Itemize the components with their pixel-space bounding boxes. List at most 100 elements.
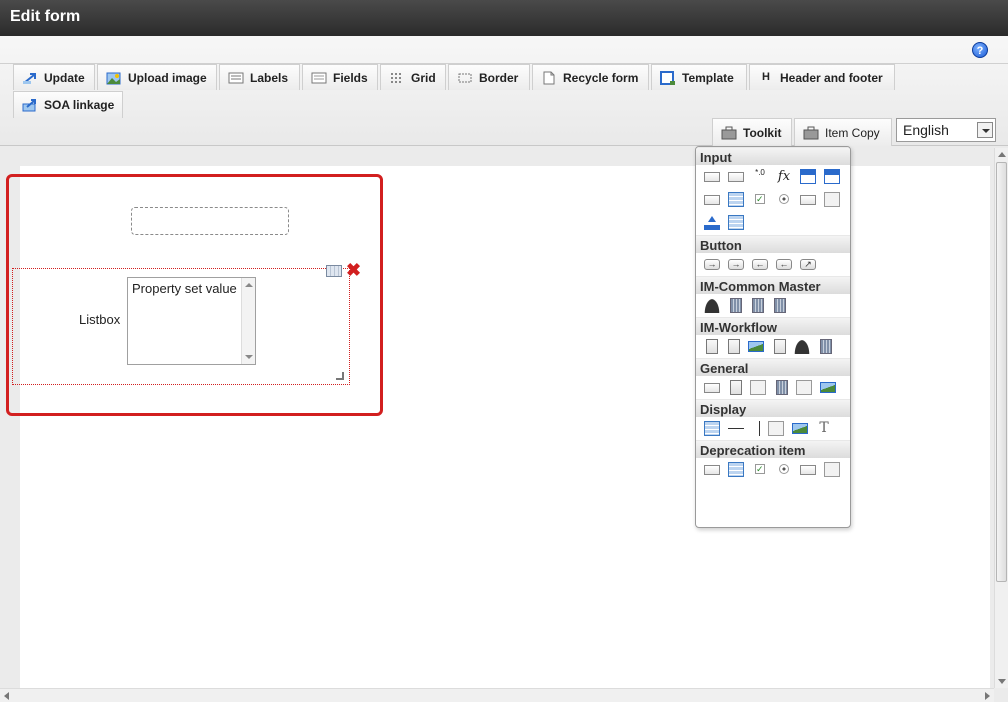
labels-button[interactable]: Labels	[219, 64, 300, 90]
language-select[interactable]: English	[896, 118, 996, 142]
radio-button-icon[interactable]	[779, 194, 789, 204]
table-field-icon[interactable]	[824, 462, 840, 477]
select-box-icon[interactable]	[704, 465, 720, 475]
listbox-icon[interactable]	[728, 462, 744, 477]
calendar-icon[interactable]	[800, 169, 816, 184]
window-title: Edit form	[0, 0, 1008, 36]
listbox-scrollbar[interactable]	[241, 278, 255, 364]
resize-handle[interactable]	[336, 372, 344, 380]
select-box-icon[interactable]	[704, 195, 720, 205]
item-copy-label: Item Copy	[825, 125, 880, 140]
help-icon[interactable]: ?	[972, 42, 988, 58]
organization-icon[interactable]	[774, 298, 786, 313]
border-icon	[457, 71, 473, 85]
table-field-icon[interactable]	[824, 192, 840, 207]
language-selected: English	[903, 122, 949, 138]
image-icon[interactable]	[792, 423, 808, 434]
previous-button-icon[interactable]: ←	[776, 259, 792, 270]
scroll-thumb[interactable]	[996, 162, 1007, 582]
template-icon	[660, 70, 676, 85]
item-properties-icon[interactable]	[326, 265, 342, 277]
number-field-icon[interactable]: *.0	[752, 169, 768, 184]
rectangle-icon[interactable]	[768, 421, 784, 436]
workflow-form-icon[interactable]	[706, 339, 718, 354]
labels-icon	[228, 71, 244, 85]
fields-label: Fields	[333, 70, 368, 85]
recycle-form-label: Recycle form	[563, 70, 639, 85]
header-footer-icon: H	[762, 70, 770, 83]
item-copy-icon	[803, 126, 819, 140]
scroll-left-icon[interactable]	[4, 692, 9, 700]
item-copy-button[interactable]: Item Copy	[794, 118, 892, 146]
toolkit-button[interactable]: Toolkit	[712, 118, 792, 146]
date-range-icon[interactable]	[824, 169, 840, 184]
soa-linkage-button[interactable]: SOA linkage	[13, 91, 123, 118]
recycle-form-icon	[541, 71, 557, 85]
toolkit-label: Toolkit	[743, 125, 782, 140]
submit-button-icon[interactable]: →	[704, 259, 720, 270]
header-footer-button[interactable]: H Header and footer	[749, 64, 895, 90]
forward-button-icon[interactable]: ↗	[800, 259, 816, 270]
horizontal-scrollbar[interactable]	[0, 688, 994, 702]
template-button[interactable]: Template	[651, 64, 747, 90]
horizontal-line-icon[interactable]	[728, 428, 744, 429]
template-label: Template	[682, 70, 734, 85]
soa-linkage-icon	[22, 98, 38, 112]
company-icon[interactable]	[730, 298, 742, 313]
labels-label: Labels	[250, 70, 289, 85]
chevron-down-icon[interactable]	[977, 122, 993, 138]
scroll-right-icon[interactable]	[985, 692, 990, 700]
user-icon[interactable]	[704, 298, 720, 313]
empty-field-placeholder[interactable]	[131, 207, 289, 235]
vertical-line-icon[interactable]	[759, 421, 760, 436]
document-icon[interactable]	[730, 380, 742, 395]
toolkit-palette: Input *.0 fx ✓ Button → → ← ← ↗ IM-Commo…	[695, 146, 851, 528]
formula-icon[interactable]: fx	[776, 169, 792, 184]
scroll-down-icon[interactable]	[998, 679, 1006, 684]
scroll-up-icon[interactable]	[998, 152, 1006, 157]
label-icon[interactable]	[704, 421, 720, 436]
close-icon[interactable]: ✖	[346, 261, 362, 279]
checkbox-icon[interactable]: ✓	[755, 464, 765, 474]
dotted-field-icon[interactable]	[704, 383, 720, 393]
radio-button-icon[interactable]	[779, 464, 789, 474]
department-icon[interactable]	[752, 298, 764, 313]
stamp-icon[interactable]	[820, 339, 832, 354]
next-button-icon[interactable]: →	[728, 259, 744, 270]
listbox-field[interactable]: Property set value	[127, 277, 256, 365]
back-button-icon[interactable]: ←	[752, 259, 768, 270]
border-button[interactable]: Border	[448, 64, 530, 90]
vertical-scrollbar[interactable]	[994, 148, 1008, 688]
media-icon[interactable]	[820, 382, 836, 393]
fields-button[interactable]: Fields	[302, 64, 378, 90]
hidden-field-icon[interactable]	[800, 195, 816, 205]
text-icon[interactable]: T	[816, 421, 832, 436]
listbox-option[interactable]: Property set value	[132, 281, 237, 296]
grid-field-icon[interactable]	[728, 215, 744, 230]
attachment-icon[interactable]	[728, 339, 740, 354]
header-footer-label: Header and footer	[780, 70, 883, 85]
palette-section-general: General	[696, 358, 850, 376]
palette-section-input: Input	[696, 147, 850, 165]
update-label: Update	[44, 70, 85, 85]
panel-icon[interactable]	[796, 380, 812, 395]
file-upload-icon[interactable]	[704, 215, 720, 230]
palette-section-deprecation-item: Deprecation item	[696, 440, 850, 458]
recycle-form-button[interactable]: Recycle form	[532, 64, 649, 90]
listbox-icon[interactable]	[728, 192, 744, 207]
fields-icon	[311, 71, 327, 85]
camera-icon[interactable]	[750, 380, 766, 395]
update-button[interactable]: Update	[13, 64, 95, 90]
upload-image-button[interactable]: Upload image	[97, 64, 217, 90]
history-icon[interactable]	[774, 339, 786, 354]
key-icon[interactable]	[776, 380, 788, 395]
checkbox-icon[interactable]: ✓	[755, 194, 765, 204]
hidden-field-icon[interactable]	[800, 465, 816, 475]
text-area-icon[interactable]	[728, 172, 744, 182]
approver-icon[interactable]	[794, 339, 810, 354]
workflow-image-icon[interactable]	[748, 341, 764, 352]
grid-button[interactable]: Grid	[380, 64, 446, 90]
update-icon	[22, 71, 38, 85]
grid-label: Grid	[411, 70, 436, 85]
text-field-icon[interactable]	[704, 172, 720, 182]
